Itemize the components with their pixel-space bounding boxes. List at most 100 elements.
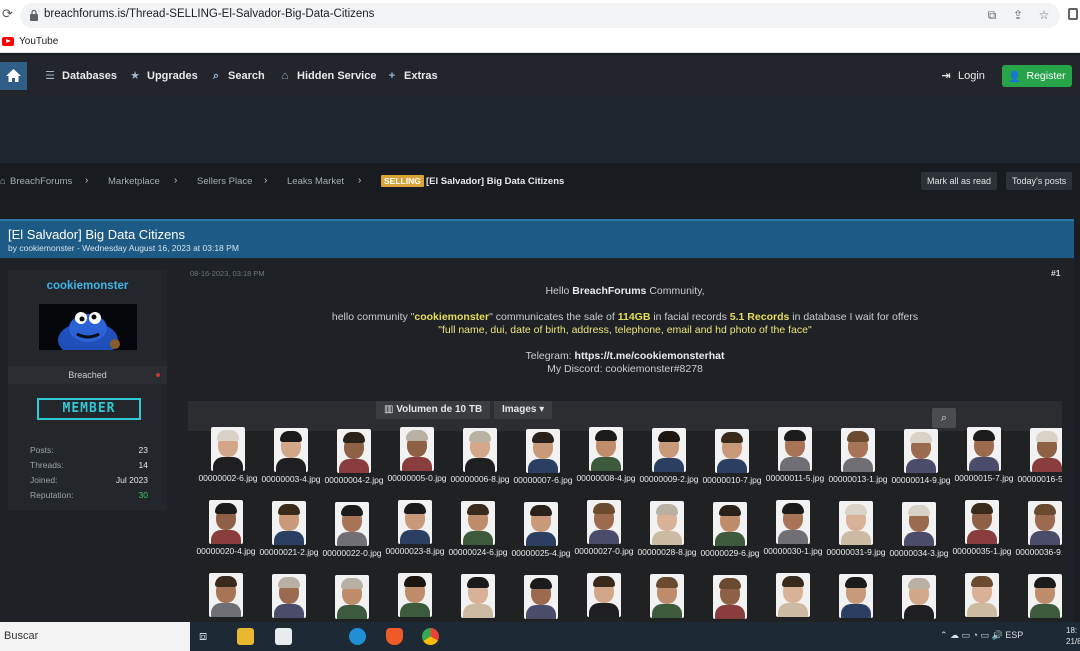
star-icon: ★ [130,70,140,82]
face-photo [1028,574,1062,618]
nav-search[interactable]: ⌕ Search [210,68,265,84]
nav-hidden-service[interactable]: ⌂ Hidden Service [279,68,377,84]
photo-tile[interactable]: 00000031-9.jpg [826,501,886,575]
photo-tile[interactable]: 00000035-1.jpg [952,500,1012,574]
store-icon[interactable] [275,628,292,645]
photo-tile[interactable]: 00000015-7.jpg [954,427,1014,501]
photo-tile[interactable] [574,573,634,623]
url-text[interactable]: breachforums.is/Thread-SELLING-El-Salvad… [44,8,374,20]
nav-upgrades[interactable]: ★ Upgrades [129,68,198,84]
face-photo [776,573,810,617]
nav-databases[interactable]: ☰ Databases [44,68,117,84]
photo-tile[interactable]: 00000025-4.jpg [511,502,571,576]
bookmark-youtube[interactable]: YouTube [19,36,58,47]
photo-tile[interactable] [322,575,382,623]
photo-tile[interactable] [952,573,1012,623]
mark-all-read-button[interactable]: Mark all as read [921,172,998,190]
bookmark-star-icon[interactable]: ☆ [1036,7,1052,23]
username[interactable]: cookiemonster [8,280,167,292]
crumb-sellers-place[interactable]: Sellers Place [197,176,252,187]
photo-tile[interactable] [196,573,256,623]
brave-icon[interactable] [386,628,403,645]
task-view-icon[interactable]: ⧈ [199,628,216,645]
photo-tile[interactable]: 00000027-0.jpg [574,500,634,574]
photo-filename: 00000027-0.jpg [574,546,634,556]
telegram-link[interactable]: https://t.me/cookiemonsterhat [575,350,725,362]
photo-tile[interactable]: 00000009-2.jpg [639,428,699,502]
photo-tile[interactable] [1015,574,1062,623]
register-button[interactable]: 👤 Register [1002,65,1072,87]
face-photo [965,500,999,544]
photo-tile[interactable]: 00000020-4.jpg [196,500,256,574]
taskbar: Buscar ⧈ ⌃ ☁ ▭ ◔ ▭ 🔊 ESP 18:21/8/ [0,622,1080,651]
face-photo [272,574,306,618]
post-date: 08-16-2023, 03:18 PM [190,269,265,278]
lock-icon [30,9,38,21]
youtube-icon[interactable] [2,37,14,46]
system-tray[interactable]: ⌃ ☁ ▭ ◔ ▭ 🔊 ESP [940,630,1023,641]
selling-tag: SELLING [381,175,424,187]
clock[interactable]: 18:21/8/ [1066,625,1080,647]
photo-tile[interactable]: 00000016-5.jpg [1017,428,1062,502]
photo-tile[interactable]: 00000010-7.jpg [702,429,762,503]
nav-extras[interactable]: + Extras [386,68,438,84]
photo-tile[interactable]: 00000013-1.jpg [828,428,888,502]
photo-tile[interactable]: 00000007-6.jpg [513,429,573,503]
stat-posts: Posts: 23 [30,445,148,455]
stat-reputation: Reputation: 30 [30,490,148,500]
photo-filename: 00000020-4.jpg [196,546,256,556]
photo-filename: 00000005-0.jpg [387,473,447,483]
taskbar-search[interactable]: Buscar [0,622,190,651]
photo-tile[interactable]: 00000003-4.jpg [261,428,321,502]
login-link[interactable]: ⇥ Login [940,68,985,84]
face-photo [524,502,558,546]
todays-posts-button[interactable]: Today's posts [1006,172,1073,190]
photo-tile[interactable] [889,575,949,623]
photo-tile[interactable]: 00000029-6.jpg [700,502,760,576]
photo-tile[interactable]: 00000004-2.jpg [324,429,384,503]
share-icon[interactable]: ⇪ [1010,7,1026,23]
photo-filename: 00000028-8.jpg [637,547,697,557]
photo-tile[interactable]: 00000028-8.jpg [637,501,697,575]
window-icon[interactable] [1068,8,1078,20]
photo-filename: 00000030-1.jpg [763,546,823,556]
photo-tile[interactable]: 00000008-4.jpg [576,427,636,501]
photo-tile[interactable]: 00000005-0.jpg [387,427,447,501]
crumb-marketplace[interactable]: Marketplace [108,176,160,187]
photo-filename: 00000029-6.jpg [700,548,760,558]
photo-filename: 00000024-6.jpg [448,547,508,557]
photo-tile[interactable] [637,574,697,623]
crumb-leaks-market[interactable]: Leaks Market [287,176,344,187]
photo-tile[interactable] [385,573,445,623]
home-button[interactable] [0,62,27,90]
photo-filename: 00000034-3.jpg [889,548,949,558]
photo-tile[interactable] [763,573,823,623]
photo-tile[interactable]: 00000006-8.jpg [450,428,510,502]
file-explorer-icon[interactable] [237,628,254,645]
post-telegram: Telegram: https://t.me/cookiemonsterhat [525,350,725,362]
post-number[interactable]: #1 [1051,268,1060,278]
photo-tile[interactable]: 00000034-3.jpg [889,502,949,576]
chrome-icon[interactable] [422,628,439,645]
photo-tile[interactable]: 00000024-6.jpg [448,501,508,575]
photo-tile[interactable]: 00000011-5.jpg [765,427,825,501]
reload-icon[interactable]: ⟳ [2,7,16,21]
photo-tile[interactable]: 00000022-0.jpg [322,502,382,576]
photo-tile[interactable]: 00000014-9.jpg [891,429,951,503]
photo-tile[interactable]: 00000036-9.jpg [1015,501,1062,575]
photo-tile[interactable] [259,574,319,623]
photo-tile[interactable] [826,574,886,623]
crumb-breachforums[interactable]: BreachForums [10,176,72,187]
edge-icon[interactable] [349,628,366,645]
address-bar[interactable]: breachforums.is/Thread-SELLING-El-Salvad… [20,3,1060,28]
photo-tile[interactable] [511,575,571,623]
photo-tile[interactable]: 00000021-2.jpg [259,501,319,575]
photo-tile[interactable]: 00000002-6.jpg [198,427,258,501]
photo-tile[interactable] [448,574,508,623]
translate-icon[interactable]: ⧉ [984,7,1000,23]
avatar[interactable] [39,304,137,350]
user-rank: Breached [68,370,107,380]
photo-tile[interactable]: 00000030-1.jpg [763,500,823,574]
photo-tile[interactable]: 00000023-8.jpg [385,500,445,574]
photo-tile[interactable] [700,575,760,623]
